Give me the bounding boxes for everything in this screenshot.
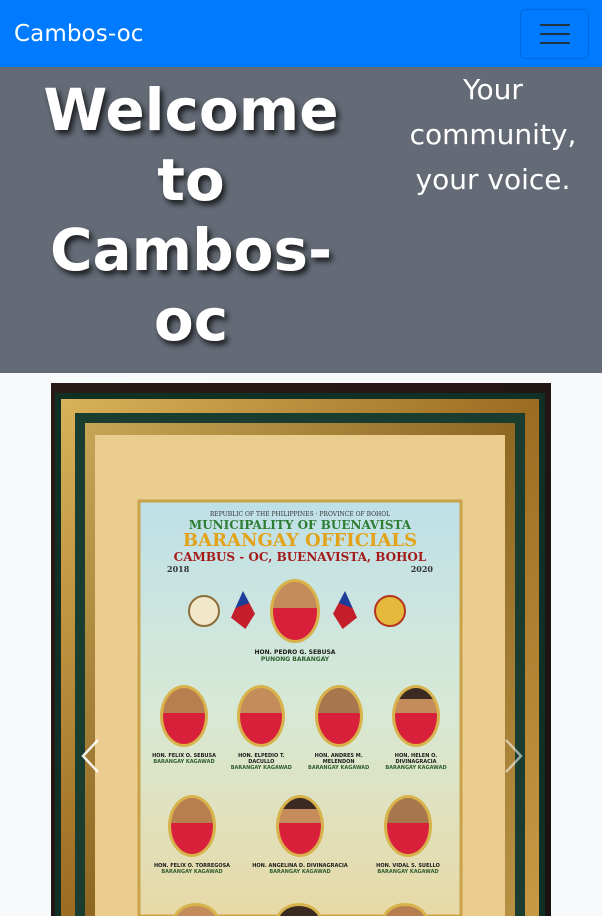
navbar: Cambos-oc [0,0,602,67]
navbar-toggler-button[interactable] [520,8,589,59]
official-card: HON. ANGELINA D. DIVINAGRACIA BARANGAY K… [252,795,348,875]
official-role: PUNONG BARANGAY [260,656,330,663]
official-portrait [237,685,286,747]
official-role: BARANGAY KAGAWAD [153,759,215,765]
seal-icon [374,595,406,627]
navbar-brand[interactable]: Cambos-oc [14,21,144,47]
official-card: HON. ANDRES M. MELENDON BARANGAY KAGAWAD [304,685,374,771]
hero-tagline: Your community, your voice. [409,73,577,196]
official-card: HON. VIDAL S. SUELLO BARANGAY KAGAWAD [365,795,451,875]
hamburger-icon-bar [539,41,570,44]
official-role: BARANGAY KAGAWAD [377,869,439,875]
chevron-left-icon [81,739,99,773]
official-name: HON. ANDRES M. MELENDON [314,753,363,765]
official-role: BARANGAY KAGAWAD [161,869,223,875]
official-portrait [160,685,208,747]
officials-row: HON. FELIX O. SEBUSA BARANGAY KAGAWAD HO… [149,685,451,771]
carousel-next-button[interactable] [502,738,524,774]
poster-year-start: 2018 [167,564,190,574]
official-name: HON. PEDRO G. SEBUSA [254,649,336,656]
hamburger-icon-bar [539,23,570,26]
official-portrait [270,579,320,643]
official-card: HON. HELEN O. DIVINAGRACIA BARANGAY KAGA… [381,685,451,771]
official-portrait [276,795,324,857]
poster-year-end: 2020 [410,564,433,574]
poster-place: CAMBUS - OC, BUENAVISTA, BOHOL [173,550,427,564]
carousel-prev-button[interactable] [80,738,102,774]
official-portrait [384,795,432,857]
official-caption: HON. PEDRO G. SEBUSA PUNONG BARANGAY [231,649,359,663]
official-card: HON. ELPEDIO T. DACULLO BARANGAY KAGAWAD [226,685,296,771]
official-portrait [391,685,440,747]
official-role: BARANGAY KAGAWAD [308,765,370,771]
official-portrait [314,685,363,747]
official-name: HON. HELEN O. DIVINAGRACIA [394,753,438,765]
poster-title: BARANGAY OFFICIALS [182,530,418,551]
hamburger-icon-bar [539,32,570,35]
seal-icon [188,595,220,627]
official-portrait [168,795,216,857]
official-role: BARANGAY KAGAWAD [269,869,331,875]
hero-title: Welcome to Cambos-oc [43,76,339,354]
official-name: HON. ELPEDIO T. DACULLO [238,753,285,765]
official-card: HON. FELIX O. TORREGOSA BARANGAY KAGAWAD [149,795,235,875]
chevron-right-icon [505,739,523,773]
poster-header-small: REPUBLIC OF THE PHILIPPINES · PROVINCE O… [209,511,391,518]
carousel-slide: REPUBLIC OF THE PHILIPPINES · PROVINCE O… [51,383,551,916]
hero-banner: Welcome to Cambos-oc Your community, you… [0,67,602,373]
official-role: BARANGAY KAGAWAD [385,765,447,771]
poster-text: REPUBLIC OF THE PHILIPPINES · PROVINCE O… [139,511,461,574]
official-card: HON. FELIX O. SEBUSA BARANGAY KAGAWAD [149,685,219,771]
officials-row: HON. FELIX O. TORREGOSA BARANGAY KAGAWAD… [149,795,451,875]
official-role: BARANGAY KAGAWAD [230,765,292,771]
image-carousel: REPUBLIC OF THE PHILIPPINES · PROVINCE O… [0,373,602,916]
